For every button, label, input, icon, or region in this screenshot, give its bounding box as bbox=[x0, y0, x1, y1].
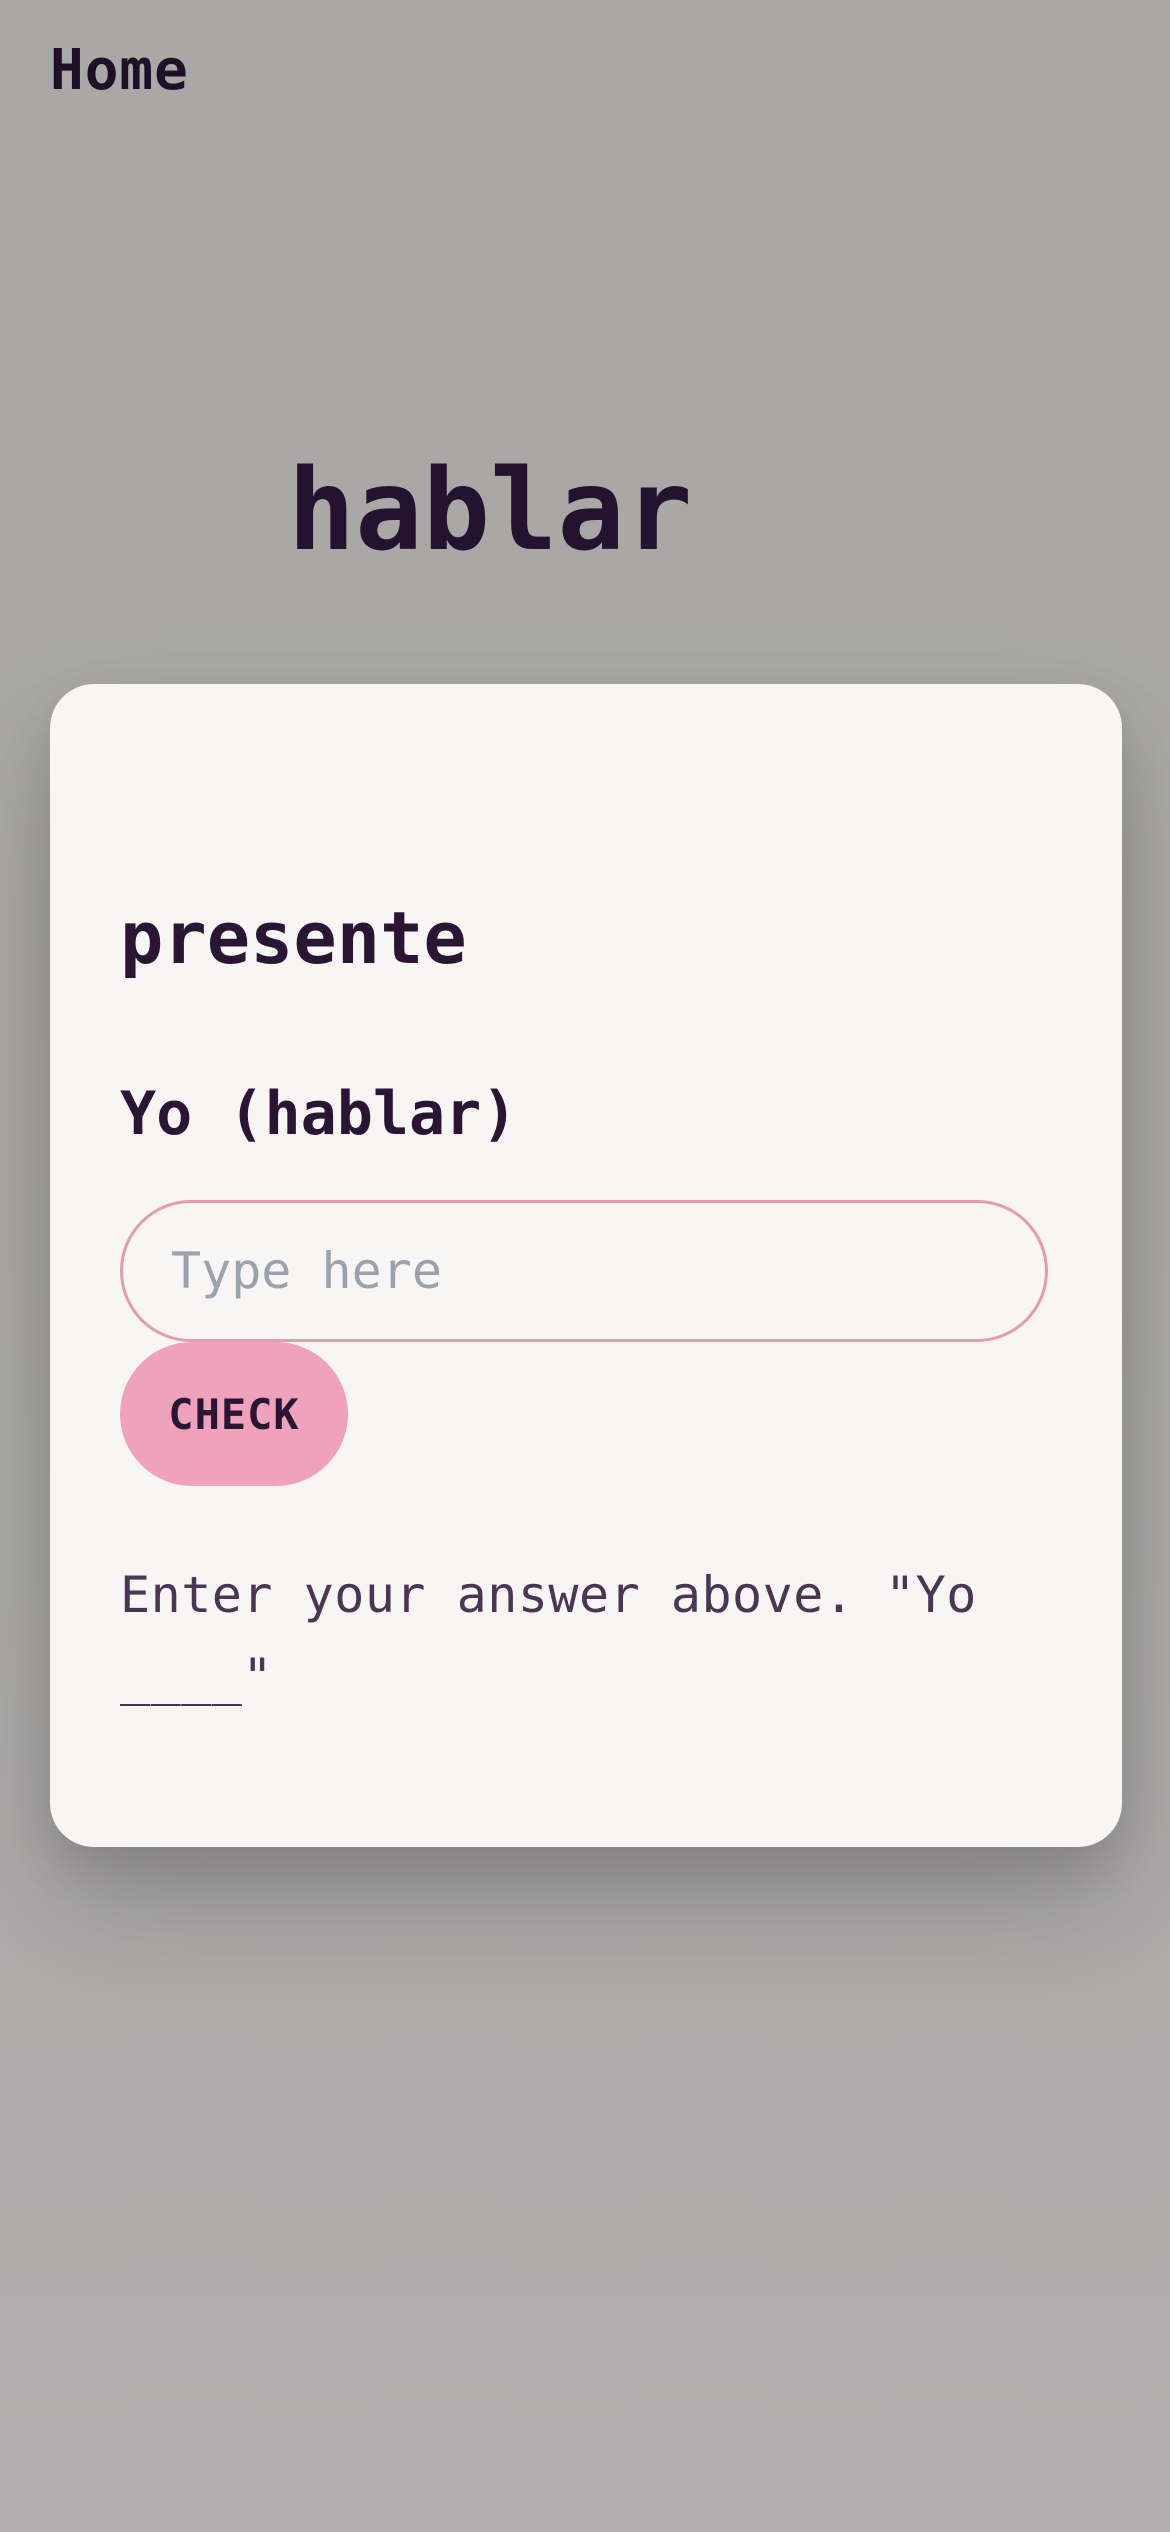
answer-input[interactable] bbox=[120, 1200, 1048, 1342]
tense-heading: presente bbox=[120, 896, 467, 980]
hint-text: Enter your answer above. "Yo ____" bbox=[120, 1566, 977, 1706]
verb-title: hablar bbox=[287, 446, 693, 576]
check-button[interactable]: CHECK bbox=[120, 1342, 348, 1486]
home-link[interactable]: Home bbox=[50, 38, 189, 103]
conjugation-prompt: Yo (hablar) bbox=[120, 1079, 518, 1149]
exercise-card: presente Yo (hablar) CHECK Enter your an… bbox=[50, 684, 1122, 1847]
